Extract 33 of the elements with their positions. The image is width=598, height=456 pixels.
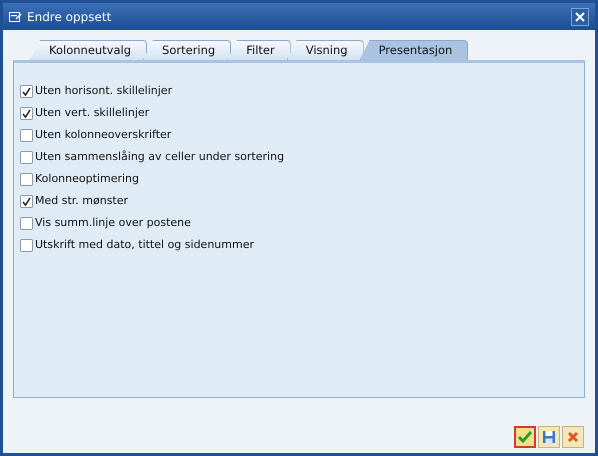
option-label: Uten sammenslåing av celler under sortering: [35, 148, 284, 165]
option-label: Med str. mønster: [35, 192, 128, 209]
tab[interactable]: Filter: [227, 40, 291, 60]
option-label: Uten vert. skillelinjer: [35, 104, 150, 121]
checkbox[interactable]: [20, 172, 33, 186]
check-icon: [22, 86, 31, 96]
checkbox[interactable]: [20, 128, 33, 142]
checkbox[interactable]: [20, 194, 33, 208]
option-label: Uten horisont. skillelinjer: [35, 82, 172, 99]
option-label: Vis summ.linje over postene: [35, 214, 191, 231]
checkbox[interactable]: [20, 216, 33, 230]
check-icon: [22, 196, 31, 206]
option-label: Uten kolonneoverskrifter: [35, 126, 172, 143]
checkbox[interactable]: [20, 238, 33, 252]
checkbox[interactable]: [20, 150, 33, 164]
close-button[interactable]: [571, 8, 589, 26]
cancel-button[interactable]: [562, 426, 584, 448]
cross-icon: [567, 431, 579, 443]
checkbox[interactable]: [20, 106, 33, 120]
tab[interactable]: Presentasjon: [360, 40, 468, 60]
option-label: Utskrift med dato, tittel og sidenummer: [35, 236, 254, 253]
checkbox[interactable]: [20, 84, 33, 98]
check-icon: [22, 108, 31, 118]
window-title: Endre oppsett: [27, 8, 112, 26]
checkmark-icon: [518, 431, 532, 443]
option-label: Kolonneoptimering: [35, 170, 139, 187]
close-icon: [575, 12, 585, 22]
tab[interactable]: Sortering: [143, 40, 232, 60]
tab[interactable]: Kolonneutvalg: [30, 40, 148, 60]
confirm-button[interactable]: [514, 426, 536, 448]
save-button[interactable]: [538, 426, 560, 448]
tab[interactable]: Visning: [286, 40, 364, 60]
dialog-icon: [9, 10, 22, 22]
